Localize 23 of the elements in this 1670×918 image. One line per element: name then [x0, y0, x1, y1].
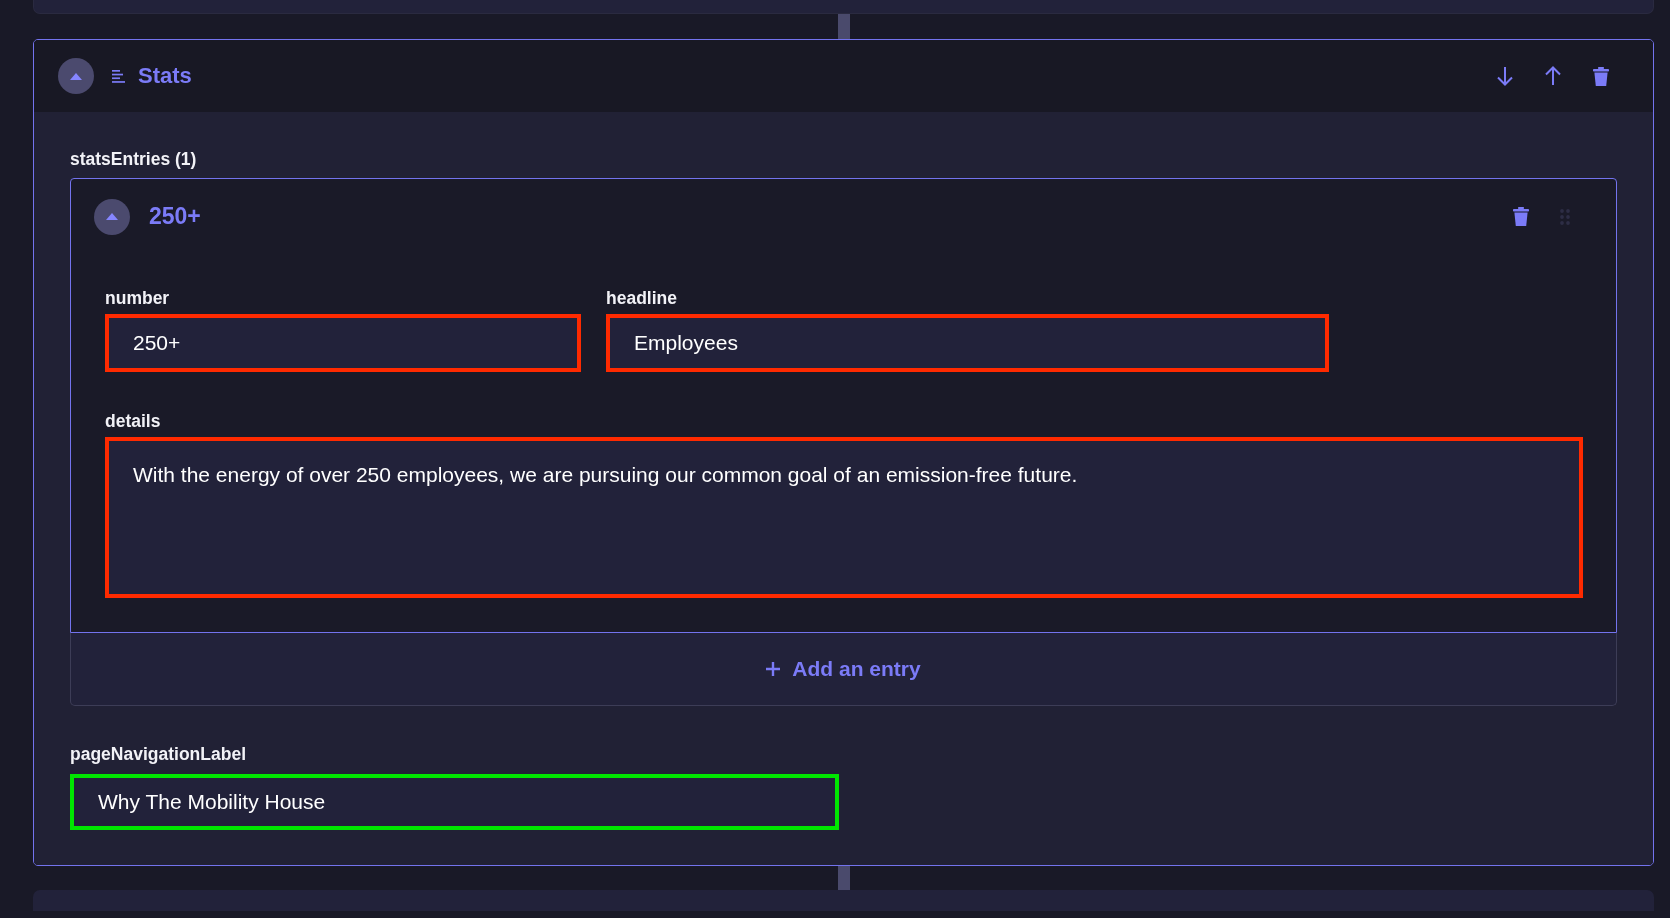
input-field[interactable]: Why The Mobility House: [70, 774, 839, 830]
arrow-down-icon: [1496, 66, 1514, 86]
trash-icon: [1513, 207, 1529, 226]
text-area-field[interactable]: With the energy of over 250 employees, we are pursuing our common goal of an emission-free future.: [105, 437, 1583, 598]
input-field[interactable]: 250+: [105, 314, 581, 372]
field-label: headline: [606, 288, 678, 309]
trash-icon: [1593, 66, 1609, 86]
entry-title: 250+: [149, 203, 201, 230]
align-left-icon: [112, 69, 126, 83]
caret-icon: [70, 72, 82, 80]
field-label: details: [105, 411, 162, 432]
arrow-up-icon: [1544, 66, 1562, 86]
field-label: number: [105, 288, 171, 309]
section-title: Stats: [138, 63, 192, 89]
field-label: pageNavigationLabel: [70, 744, 247, 765]
collapse-button[interactable]: [94, 198, 130, 235]
drag-handle-icon[interactable]: [1560, 208, 1570, 225]
field-label: statsEntries (1): [70, 149, 198, 170]
input-field[interactable]: Employees: [606, 314, 1329, 372]
collapse-button[interactable]: [58, 58, 94, 94]
add-entry-button[interactable]: Add an entry: [70, 633, 1617, 706]
caret-icon: [106, 213, 118, 220]
plus-icon: [766, 662, 781, 676]
